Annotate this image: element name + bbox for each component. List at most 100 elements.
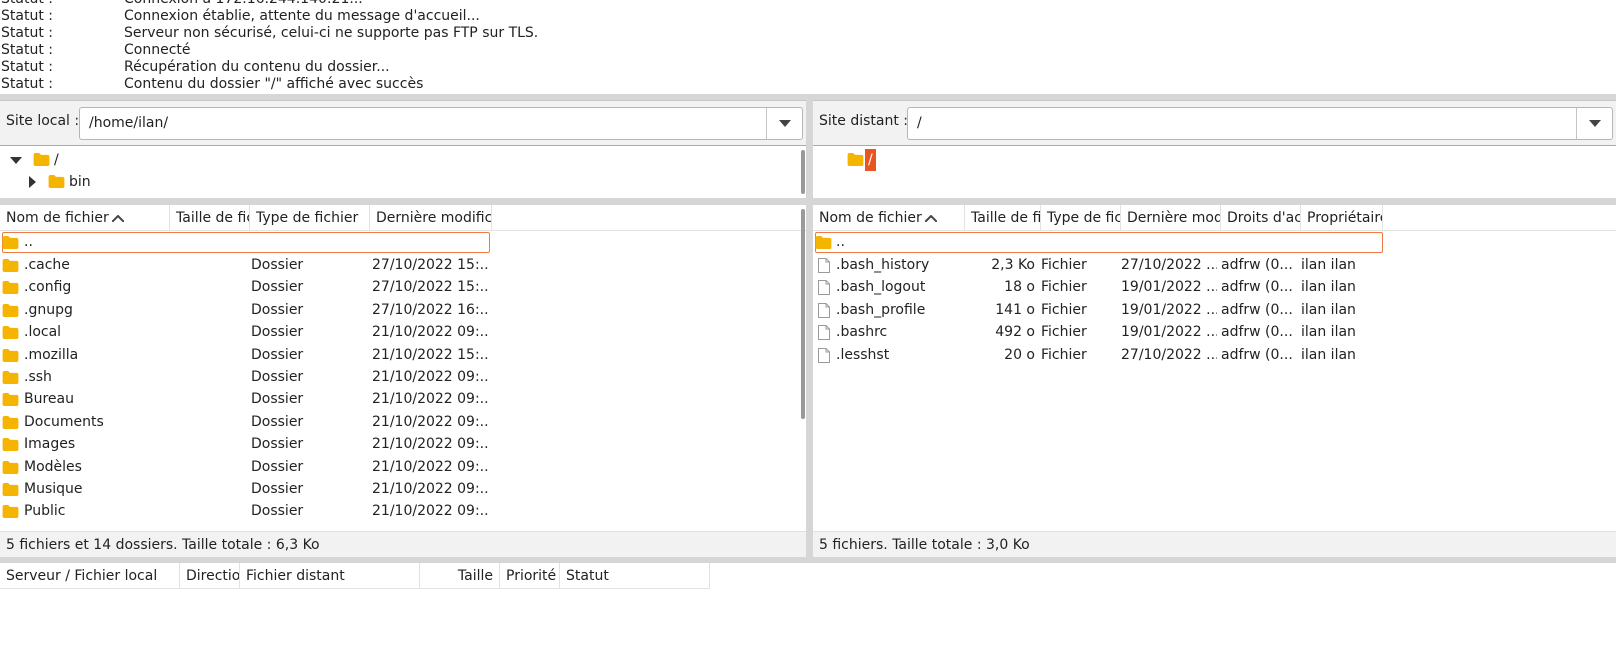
remote-status-bar: 5 fichiers. Taille totale : 3,0 Ko: [813, 531, 1616, 557]
local-path-dropdown-button[interactable]: [766, 108, 802, 139]
log-line: Statut : Contenu du dossier "/" affiché a…: [0, 76, 1600, 93]
local-file-row[interactable]: .local Dossier 21/10/2022 09:...: [0, 321, 790, 344]
queue-column-label: Statut: [566, 568, 609, 584]
local-file-row[interactable]: Documents Dossier 21/10/2022 09:...: [0, 411, 790, 434]
column-header-filesize[interactable]: Taille de fic: [170, 205, 250, 231]
column-header-filetype[interactable]: Type de fichier: [250, 205, 370, 231]
tree-item-label[interactable]: /: [54, 149, 59, 171]
column-header-label: Type de fichier: [256, 210, 359, 226]
local-file-row[interactable]: Public Dossier 21/10/2022 09:...: [0, 500, 790, 523]
queue-column-label: Taille: [457, 568, 493, 584]
local-file-row[interactable]: Bureau Dossier 21/10/2022 09:...: [0, 388, 790, 411]
file-size: 18 o: [1004, 279, 1035, 296]
local-file-row[interactable]: .gnupg Dossier 27/10/2022 16:...: [0, 299, 790, 322]
file-owner: ilan ilan: [1301, 279, 1356, 296]
file-name: ..: [836, 234, 845, 250]
local-file-row[interactable]: .config Dossier 27/10/2022 15:...: [0, 276, 790, 299]
local-file-row[interactable]: .mozilla Dossier 21/10/2022 15:...: [0, 344, 790, 367]
local-file-row[interactable]: .cache Dossier 27/10/2022 15:...: [0, 254, 790, 277]
file-type: Dossier: [251, 458, 304, 475]
remote-file-row[interactable]: .bash_history 2,3 Ko Fichier 27/10/2022 ...…: [813, 254, 1603, 277]
collapsed-arrow-icon[interactable]: [29, 176, 36, 188]
queue-column-label: Serveur / Fichier local: [6, 568, 158, 584]
column-header-filesize[interactable]: Taille de fi: [965, 205, 1041, 231]
column-header-modified[interactable]: Dernière modi: [1121, 205, 1221, 231]
column-header-filename[interactable]: Nom de fichier: [0, 205, 170, 231]
queue-column-status[interactable]: Statut: [560, 563, 710, 589]
file-modified: 21/10/2022 15:...: [372, 346, 490, 363]
remote-file-row[interactable]: .bashrc 492 o Fichier 19/01/2022 ... adfrw (…: [813, 321, 1603, 344]
queue-column-direction[interactable]: Directio: [180, 563, 240, 589]
tree-item-bin[interactable]: bin: [0, 171, 790, 193]
file-type: Fichier: [1041, 279, 1087, 296]
queue-column-server-local-file[interactable]: Serveur / Fichier local: [0, 563, 180, 589]
local-path-value[interactable]: /home/ilan/: [89, 115, 168, 131]
file-name: Bureau: [24, 391, 74, 408]
local-file-row[interactable]: Musique Dossier 21/10/2022 09:...: [0, 478, 790, 501]
remote-file-row[interactable]: .lesshst 20 o Fichier 27/10/2022 ... adfrw (…: [813, 344, 1603, 367]
queue-column-label: Priorité: [506, 568, 557, 584]
parent-directory-row[interactable]: ..: [0, 231, 790, 254]
local-file-row[interactable]: Modèles Dossier 21/10/2022 09:...: [0, 456, 790, 479]
file-icon: [818, 258, 830, 273]
local-tree-scrollbar[interactable]: [801, 150, 805, 194]
file-type: Dossier: [251, 369, 304, 385]
expanded-arrow-icon[interactable]: [10, 157, 22, 164]
file-modified: 21/10/2022 09:...: [372, 481, 490, 497]
file-type: Dossier: [251, 279, 304, 296]
remote-path-dropdown-button[interactable]: [1576, 108, 1612, 139]
remote-path-combobox[interactable]: /: [907, 107, 1613, 140]
tree-item-root[interactable]: /: [0, 149, 790, 171]
file-modified: 21/10/2022 09:...: [372, 391, 490, 408]
queue-column-label: Directio: [186, 568, 240, 584]
log-line: Statut : Connexion à 172.16.244.140:21...: [0, 0, 1600, 8]
file-size: [170, 433, 244, 456]
column-header-permissions[interactable]: Droits d'ac: [1221, 205, 1301, 231]
file-modified: 21/10/2022 09:...: [372, 503, 490, 520]
file-name: Public: [24, 503, 66, 520]
remote-path-value[interactable]: /: [917, 115, 922, 131]
tree-item-root[interactable]: /: [813, 149, 1603, 171]
remote-site-bar: Site distant : /: [813, 100, 1616, 145]
transfer-queue[interactable]: Serveur / Fichier local Directio Fichier…: [0, 563, 1616, 654]
file-owner: ilan ilan: [1301, 346, 1356, 363]
file-name: Documents: [24, 413, 104, 430]
queue-column-priority[interactable]: Priorité: [500, 563, 560, 589]
remote-file-row[interactable]: .bash_logout 18 o Fichier 19/01/2022 ... adf…: [813, 276, 1603, 299]
file-size: [170, 500, 244, 523]
local-list-scrollbar[interactable]: [801, 209, 805, 419]
log-line-label: Statut :: [1, 25, 53, 41]
parent-directory-row[interactable]: ..: [813, 231, 1603, 254]
folder-icon: [2, 415, 19, 429]
file-type: Dossier: [251, 481, 304, 497]
remote-file-list[interactable]: Nom de fichier Taille de fi Type de fich…: [813, 205, 1616, 557]
local-file-row[interactable]: Images Dossier 21/10/2022 09:...: [0, 433, 790, 456]
local-file-row[interactable]: .ssh Dossier 21/10/2022 09:...: [0, 366, 790, 389]
remote-directory-tree[interactable]: /: [813, 145, 1616, 198]
remote-file-row[interactable]: .bash_profile 141 o Fichier 19/01/2022 ... a…: [813, 299, 1603, 322]
log-line-label: Statut :: [1, 76, 53, 92]
file-size: [170, 456, 244, 479]
local-file-list[interactable]: Nom de fichier Taille de fic Type de fic…: [0, 205, 806, 557]
column-header-modified[interactable]: Dernière modifica: [370, 205, 492, 231]
column-header-filetype[interactable]: Type de fich: [1041, 205, 1121, 231]
file-size: [170, 366, 244, 389]
queue-column-size[interactable]: Taille: [420, 563, 500, 589]
tree-item-label-selected[interactable]: /: [865, 149, 876, 171]
file-owner: ilan ilan: [1301, 257, 1356, 273]
column-header-label: Nom de fichier: [819, 210, 922, 226]
file-size: [170, 344, 244, 367]
queue-column-remote-file[interactable]: Fichier distant: [240, 563, 420, 589]
message-log[interactable]: Statut : Connexion à 172.16.244.140:21...…: [0, 0, 1616, 94]
local-path-combobox[interactable]: /home/ilan/: [79, 107, 803, 140]
file-name: .lesshst: [836, 346, 890, 363]
folder-icon: [847, 153, 864, 166]
log-line-label: Statut :: [1, 42, 53, 58]
column-header-owner[interactable]: Propriétaire: [1301, 205, 1383, 231]
folder-icon: [2, 438, 19, 452]
column-header-filename[interactable]: Nom de fichier: [813, 205, 965, 231]
tree-item-label[interactable]: bin: [69, 171, 91, 193]
file-name: .gnupg: [24, 301, 73, 318]
log-line-message: Connexion à 172.16.244.140:21...: [124, 0, 363, 8]
local-directory-tree[interactable]: / bin: [0, 145, 806, 198]
